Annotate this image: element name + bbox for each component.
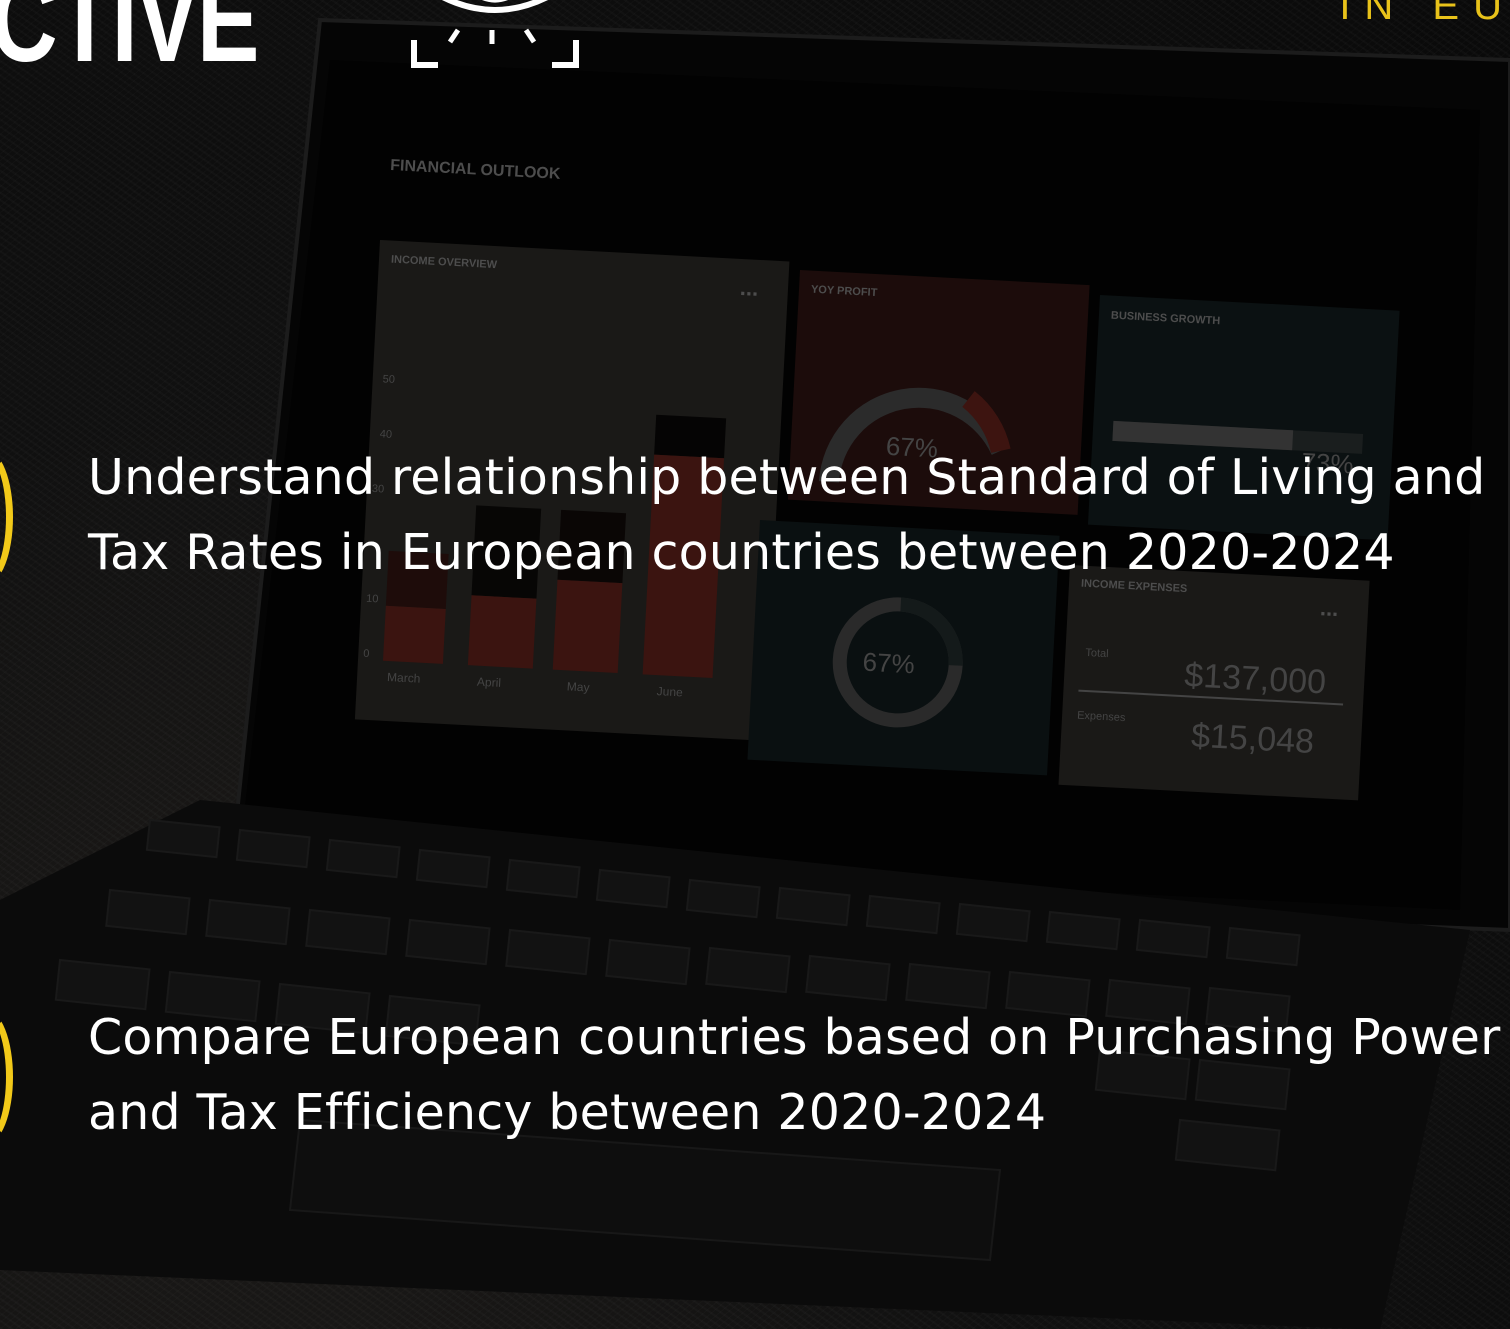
month-april: April: [477, 675, 502, 690]
month-may: May: [567, 679, 590, 694]
more-icon: ...: [1319, 595, 1339, 621]
bar-march: [382, 605, 446, 664]
bar-april: [467, 595, 537, 669]
corner-heading-fragment: IN EU: [1339, 0, 1510, 28]
y-tick-50: 50: [382, 373, 395, 386]
y-tick-40: 40: [380, 428, 393, 441]
objective-point-1: Understand relationship between Standard…: [88, 449, 1486, 581]
total-label: Total: [1085, 647, 1109, 660]
y-tick-10: 10: [366, 593, 379, 606]
donut-percent: 67%: [862, 647, 916, 680]
objective-point-2: Compare European countries based on Purc…: [88, 1009, 1501, 1141]
expenses-label: Expenses: [1077, 710, 1126, 725]
slide-title-fragment: CTIVE: [0, 0, 259, 87]
y-tick-0: 0: [363, 648, 370, 660]
expenses-value: $15,048: [1190, 717, 1315, 761]
month-march: March: [387, 670, 421, 686]
eye-scan-icon: [411, 0, 579, 68]
total-value: $137,000: [1183, 656, 1327, 701]
bar-may: [552, 579, 623, 674]
month-june: June: [656, 684, 683, 699]
more-icon: ...: [739, 275, 759, 301]
